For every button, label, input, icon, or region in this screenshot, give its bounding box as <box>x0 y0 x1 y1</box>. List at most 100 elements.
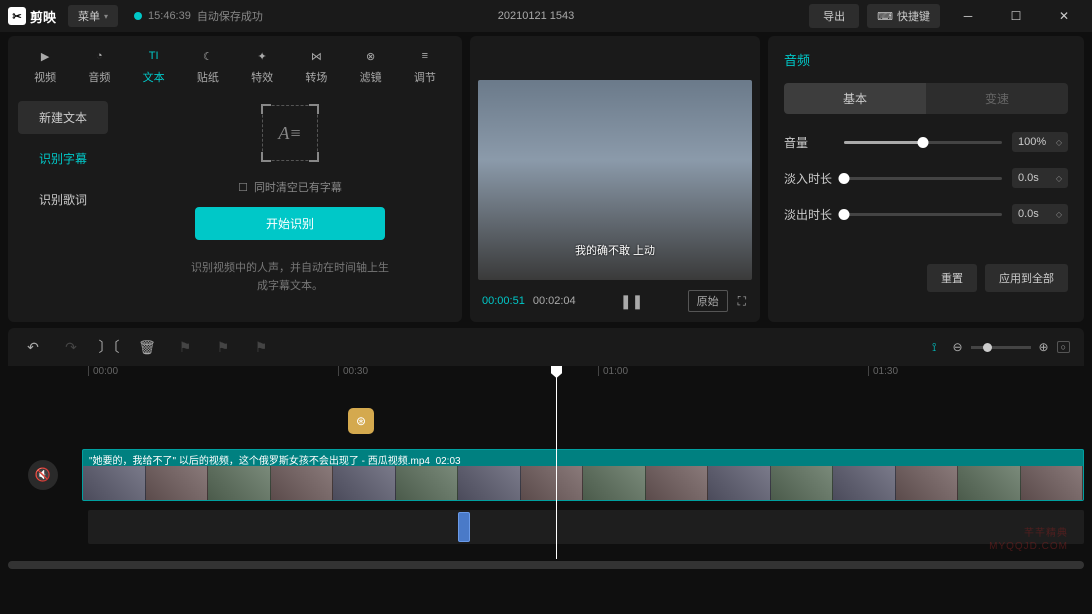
original-ratio-button[interactable]: 原始 <box>688 290 728 312</box>
properties-panel: 音频 基本 变速 音量 100%◇ 淡入时长 0.0s◇ 淡出时长 0.0s◇ <box>768 36 1084 322</box>
fadeout-row: 淡出时长 0.0s◇ <box>784 204 1068 224</box>
media-tabs: ▶视频 ◔音频 TI文本 ☾贴纸 ✦特效 ⋈转场 ⊗滤镜 ≡调节 <box>8 36 462 91</box>
volume-slider[interactable] <box>844 141 1002 144</box>
play-pause-button[interactable]: ❚❚ <box>584 293 680 310</box>
tab-text[interactable]: TI文本 <box>127 44 181 87</box>
fadeout-slider[interactable] <box>844 213 1002 216</box>
sticker-icon: ☾ <box>198 46 218 66</box>
volume-value[interactable]: 100%◇ <box>1012 132 1068 152</box>
volume-label: 音量 <box>784 134 834 151</box>
volume-row: 音量 100%◇ <box>784 132 1068 152</box>
timeline-toolbar: ↶ ↷ 〕〔 🗑 ⚑ ⚑ ⚑ ⟟ ⊖ ⊕ ○ <box>8 328 1084 366</box>
panel-title: 音频 <box>784 50 1068 69</box>
redo-button[interactable]: ↷ <box>60 339 82 356</box>
timeline-ruler[interactable]: 00:00 00:30 01:00 01:30 <box>8 366 1084 390</box>
export-button[interactable]: 导出 <box>809 4 859 28</box>
timeline-scrollbar[interactable] <box>8 561 1084 569</box>
zoom-fit-button[interactable]: ○ <box>1057 341 1070 353</box>
sidebar-recognize-lyric[interactable]: 识别歌词 <box>18 183 108 216</box>
fadeout-value[interactable]: 0.0s◇ <box>1012 204 1068 224</box>
subtab-basic[interactable]: 基本 <box>784 83 926 114</box>
fadein-label: 淡入时长 <box>784 170 834 187</box>
preview-controls: 00:00:51 00:02:04 ❚❚ 原始 ⛶ <box>474 284 756 318</box>
total-duration: 00:02:04 <box>533 295 576 307</box>
fadein-row: 淡入时长 0.0s◇ <box>784 168 1068 188</box>
audio-track <box>68 508 1084 546</box>
zoom-control: ⊖ ⊕ ○ <box>952 340 1070 354</box>
tab-video[interactable]: ▶视频 <box>18 44 72 87</box>
filter-icon: ⊗ <box>361 46 381 66</box>
effects-icon: ✦ <box>252 46 272 66</box>
start-recognize-button[interactable]: 开始识别 <box>195 207 385 240</box>
video-clip[interactable]: "她要的，我给不了" 以后的视频，这个俄罗斯女孩不会出现了 - 西瓜视频.mp4… <box>82 449 1084 501</box>
menu-button[interactable]: 菜单▾ <box>68 5 118 27</box>
zoom-slider[interactable] <box>971 346 1031 349</box>
tab-sticker[interactable]: ☾贴纸 <box>181 44 235 87</box>
video-track: 🔇 "她要的，我给不了" 以后的视频，这个俄罗斯女孩不会出现了 - 西瓜视频.m… <box>68 445 1084 505</box>
shortcuts-button[interactable]: ⌨ 快捷键 <box>867 4 940 28</box>
text-icon: TI <box>144 46 164 66</box>
zoom-out-button[interactable]: ⊖ <box>952 340 962 354</box>
close-button[interactable]: ✕ <box>1044 2 1084 30</box>
playhead[interactable] <box>556 366 557 559</box>
preview-viewport[interactable]: 我的确不敢 上动 <box>478 80 752 280</box>
reset-button[interactable]: 重置 <box>927 264 977 292</box>
fadein-value[interactable]: 0.0s◇ <box>1012 168 1068 188</box>
mute-track-button[interactable]: 🔇 <box>28 460 58 490</box>
video-icon: ▶ <box>35 46 55 66</box>
media-panel: ▶视频 ◔音频 TI文本 ☾贴纸 ✦特效 ⋈转场 ⊗滤镜 ≡调节 新建文本 识别… <box>8 36 462 322</box>
split-button[interactable]: 〕〔 <box>98 337 120 357</box>
text-sidebar: 新建文本 识别字幕 识别歌词 <box>8 91 118 322</box>
current-time: 00:00:51 <box>482 295 525 307</box>
apply-all-button[interactable]: 应用到全部 <box>985 264 1068 292</box>
recognize-icon: A≡ <box>262 105 318 161</box>
flag-c-button[interactable]: ⚑ <box>250 339 272 356</box>
project-name: 20210121 1543 <box>263 10 809 22</box>
audio-clip[interactable] <box>458 512 470 542</box>
tab-filter[interactable]: ⊗滤镜 <box>344 44 398 87</box>
app-logo: ✂ 剪映 <box>8 7 56 26</box>
ruler-mark: 01:30 <box>868 366 898 376</box>
effects-clip-icon[interactable]: ⊛ <box>348 408 374 434</box>
audio-track-lane[interactable] <box>88 510 1084 544</box>
ruler-mark: 00:30 <box>338 366 368 376</box>
checkbox-icon: ☐ <box>238 181 248 194</box>
save-dot-icon <box>134 12 142 20</box>
recognize-description: 识别视频中的人声，并自动在时间轴上生成字幕文本。 <box>190 260 390 295</box>
sidebar-new-text[interactable]: 新建文本 <box>18 101 108 134</box>
tab-audio[interactable]: ◔音频 <box>72 44 126 87</box>
ruler-mark: 00:00 <box>88 366 118 376</box>
delete-button[interactable]: 🗑 <box>136 339 158 356</box>
recognize-panel: A≡ ☐ 同时清空已有字幕 开始识别 识别视频中的人声，并自动在时间轴上生成字幕… <box>118 91 462 322</box>
flag-b-button[interactable]: ⚑ <box>212 339 234 356</box>
preview-panel: 我的确不敢 上动 00:00:51 00:02:04 ❚❚ 原始 ⛶ <box>470 36 760 322</box>
save-status: 15:46:39 自动保存成功 <box>134 8 263 24</box>
snap-button[interactable]: ⟟ <box>932 340 936 355</box>
tracks: 🔇 "她要的，我给不了" 以后的视频，这个俄罗斯女孩不会出现了 - 西瓜视频.m… <box>8 445 1084 546</box>
app-name: 剪映 <box>30 7 56 26</box>
fadeout-label: 淡出时长 <box>784 206 834 223</box>
tab-adjust[interactable]: ≡调节 <box>398 44 452 87</box>
logo-icon: ✂ <box>8 7 26 25</box>
sidebar-recognize-subtitle[interactable]: 识别字幕 <box>18 142 108 175</box>
keyboard-icon: ⌨ <box>877 10 893 23</box>
adjust-icon: ≡ <box>415 46 435 66</box>
maximize-button[interactable]: ☐ <box>996 2 1036 30</box>
clip-title: "她要的，我给不了" 以后的视频，这个俄罗斯女孩不会出现了 - 西瓜视频.mp4… <box>89 452 461 467</box>
preview-subtitle: 我的确不敢 上动 <box>575 242 655 258</box>
tab-transition[interactable]: ⋈转场 <box>289 44 343 87</box>
zoom-in-button[interactable]: ⊕ <box>1039 340 1049 354</box>
ruler-mark: 01:00 <box>598 366 628 376</box>
fullscreen-button[interactable]: ⛶ <box>736 292 748 311</box>
flag-a-button[interactable]: ⚑ <box>174 339 196 356</box>
transition-icon: ⋈ <box>306 46 326 66</box>
subtab-speed[interactable]: 变速 <box>926 83 1068 114</box>
timeline: 00:00 00:30 01:00 01:30 ⊛ 🔇 "她要的，我给不了" 以… <box>8 366 1084 559</box>
fadein-slider[interactable] <box>844 177 1002 180</box>
undo-button[interactable]: ↶ <box>22 339 44 356</box>
minimize-button[interactable]: ─ <box>948 2 988 30</box>
titlebar: ✂ 剪映 菜单▾ 15:46:39 自动保存成功 20210121 1543 导… <box>0 0 1092 32</box>
tab-effects[interactable]: ✦特效 <box>235 44 289 87</box>
audio-icon: ◔ <box>89 46 109 66</box>
clear-existing-checkbox[interactable]: ☐ 同时清空已有字幕 <box>238 179 342 195</box>
